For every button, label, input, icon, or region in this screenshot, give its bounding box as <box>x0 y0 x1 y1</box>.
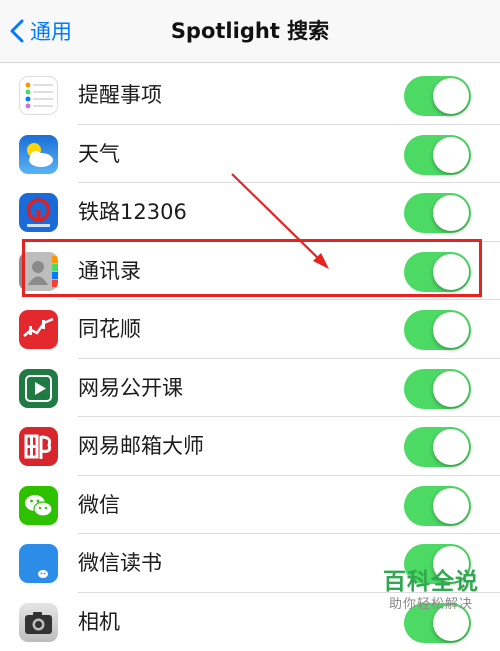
toggle-knob <box>433 254 469 290</box>
navigation-bar: 通用 Spotlight 搜索 <box>0 0 500 63</box>
tonghuashun-icon <box>19 310 58 349</box>
list-item: 微信 <box>0 476 500 535</box>
netease-open-course-icon <box>19 369 58 408</box>
list-item-label: 同花顺 <box>78 300 141 358</box>
toggle-knob <box>433 429 469 465</box>
list-item-label: 通讯录 <box>78 242 141 300</box>
list-item-label: 相机 <box>78 593 120 651</box>
toggle-knob <box>433 371 469 407</box>
list-item: 同花顺 <box>0 300 500 359</box>
list-item-label: 天气 <box>78 125 120 183</box>
list-item: 铁路12306 <box>0 183 500 242</box>
toggle-knob <box>433 312 469 348</box>
list-item-label: 提醒事项 <box>78 66 162 124</box>
toggle-knob <box>433 78 469 114</box>
spotlight-toggle[interactable] <box>404 369 471 409</box>
toggle-knob <box>433 137 469 173</box>
page-title: Spotlight 搜索 <box>0 14 500 48</box>
list-item: 网易邮箱大师 <box>0 417 500 476</box>
list-item-label: 网易公开课 <box>78 359 183 417</box>
reminders-icon <box>19 76 58 115</box>
spotlight-toggle[interactable] <box>404 486 471 526</box>
wechat-icon <box>19 486 58 525</box>
spotlight-toggle[interactable] <box>404 427 471 467</box>
spotlight-toggle[interactable] <box>404 135 471 175</box>
list-item: 网易公开课 <box>0 359 500 418</box>
netease-mail-master-icon <box>19 427 58 466</box>
list-item-label: 铁路12306 <box>78 183 187 241</box>
watermark-title: 百科全说 <box>372 568 490 596</box>
list-item-label: 网易邮箱大师 <box>78 417 204 475</box>
spotlight-toggle[interactable] <box>404 310 471 350</box>
railway-icon <box>19 193 58 232</box>
toggle-knob <box>433 488 469 524</box>
list-item-label: 微信 <box>78 476 120 534</box>
weather-icon <box>19 135 58 174</box>
toggle-knob <box>433 195 469 231</box>
camera-icon <box>19 603 58 642</box>
app-list: 提醒事项 天气 铁路12306 <box>0 66 500 651</box>
spotlight-toggle[interactable] <box>404 252 471 292</box>
wechat-read-icon <box>19 544 58 583</box>
watermark-subtitle: 助你轻松解决 <box>372 596 490 614</box>
list-item: 提醒事项 <box>0 66 500 125</box>
contacts-icon <box>19 252 58 291</box>
list-item: 天气 <box>0 125 500 184</box>
watermark: 百科全说 助你轻松解决 <box>372 568 490 614</box>
spotlight-toggle[interactable] <box>404 76 471 116</box>
spotlight-toggle[interactable] <box>404 193 471 233</box>
list-item-label: 微信读书 <box>78 534 162 592</box>
list-item: 通讯录 <box>0 242 500 301</box>
